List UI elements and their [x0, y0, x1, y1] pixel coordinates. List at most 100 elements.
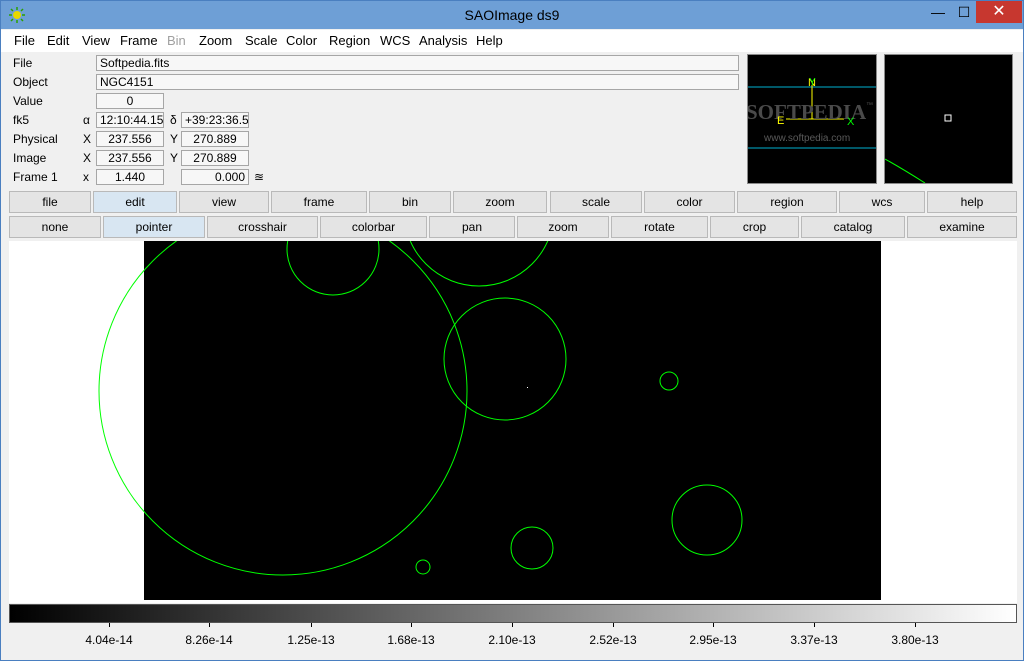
btn-wcs[interactable]: wcs	[839, 191, 925, 213]
button-bar-main: file edit view frame bin zoom scale colo…	[9, 191, 1017, 213]
menu-view[interactable]: View	[82, 33, 110, 48]
star-point	[527, 387, 528, 388]
btn-region[interactable]: region	[737, 191, 837, 213]
btn-crop[interactable]: crop	[710, 216, 799, 238]
colorbar-tick-label: 1.68e-13	[387, 633, 435, 647]
menu-scale[interactable]: Scale	[245, 33, 278, 48]
btn-view[interactable]: view	[179, 191, 269, 213]
axis-x-label: X	[847, 116, 855, 128]
colorbar-tick-label: 3.80e-13	[891, 633, 939, 647]
image-label: Image	[13, 151, 47, 165]
menu-edit[interactable]: Edit	[47, 33, 69, 48]
frame-label: Frame 1	[13, 170, 58, 184]
dec-value: +39:23:36.56	[181, 112, 249, 128]
menu-region[interactable]: Region	[329, 33, 370, 48]
colorbar-tick-mark	[613, 623, 614, 627]
btn-catalog[interactable]: catalog	[801, 216, 905, 238]
axis-y-label: Y	[809, 77, 816, 88]
watermark-url: www.softpedia.com	[763, 133, 850, 144]
magnifier-view	[884, 54, 1013, 184]
menu-frame[interactable]: Frame	[120, 33, 158, 48]
region-circle-top[interactable]	[404, 241, 554, 287]
menu-help[interactable]: Help	[476, 33, 503, 48]
colorbar-tick-mark	[411, 623, 412, 627]
physical-y-label: Y	[170, 132, 179, 146]
btn-pointer[interactable]: pointer	[103, 216, 205, 238]
panner-view[interactable]: SOFTPEDIA ™ www.softpedia.com N E Y X	[747, 54, 877, 184]
colorbar-tick-mark	[311, 623, 312, 627]
btn-pan[interactable]: pan	[429, 216, 515, 238]
colorbar-tick-mark	[109, 623, 110, 627]
region-circle-bottom[interactable]	[510, 526, 554, 570]
btn-scale[interactable]: scale	[550, 191, 642, 213]
menu-color[interactable]: Color	[286, 33, 317, 48]
region-circle-large[interactable]	[98, 241, 468, 576]
btn-help[interactable]: help	[927, 191, 1017, 213]
physical-x-value: 237.556	[96, 131, 164, 147]
colorbar-tick-label: 1.25e-13	[287, 633, 335, 647]
image-y-value: 270.889	[181, 150, 249, 166]
colorbar-tick-mark	[814, 623, 815, 627]
zoom-value: 1.440	[96, 169, 164, 185]
colorbar-tick-label: 8.26e-14	[185, 633, 233, 647]
btn-none[interactable]: none	[9, 216, 101, 238]
image-y-label: Y	[170, 151, 179, 165]
menu-bin[interactable]: Bin	[167, 33, 186, 48]
btn-zoom-mode[interactable]: zoom	[517, 216, 609, 238]
btn-frame[interactable]: frame	[271, 191, 367, 213]
region-overlay	[98, 241, 743, 576]
btn-examine[interactable]: examine	[907, 216, 1017, 238]
region-circle-small-right[interactable]	[659, 371, 679, 391]
angle-symbol: ≊	[254, 170, 265, 184]
btn-zoom[interactable]: zoom	[453, 191, 547, 213]
minimize-button[interactable]: —	[927, 1, 949, 23]
object-value: NGC4151	[96, 74, 739, 90]
region-circle-tiny[interactable]	[415, 559, 431, 575]
region-circle-top-left[interactable]	[286, 241, 380, 296]
colorbar-tick-label: 4.04e-14	[85, 633, 133, 647]
maximize-button[interactable]: ☐	[953, 1, 975, 23]
ds9-window: SAOImage ds9 — ☐ ✕ File Edit View Frame …	[0, 0, 1024, 661]
btn-crosshair[interactable]: crosshair	[207, 216, 318, 238]
region-circle-right[interactable]	[671, 484, 743, 556]
menu-wcs[interactable]: WCS	[380, 33, 410, 48]
magnifier-graphic	[885, 114, 952, 183]
region-circle-center[interactable]	[443, 297, 567, 421]
menu-zoom[interactable]: Zoom	[199, 33, 232, 48]
colorbar[interactable]	[9, 604, 1017, 623]
close-button[interactable]: ✕	[976, 1, 1022, 23]
file-label: File	[13, 56, 33, 70]
btn-file[interactable]: file	[9, 191, 91, 213]
colorbar-tick-label: 2.95e-13	[689, 633, 737, 647]
image-canvas[interactable]	[9, 241, 1017, 603]
btn-edit[interactable]: edit	[93, 191, 177, 213]
delta-symbol: δ	[170, 113, 177, 127]
colorbar-tick-mark	[512, 623, 513, 627]
physical-x-label: X	[83, 132, 92, 146]
panner-graphic: SOFTPEDIA ™ www.softpedia.com N E Y X	[748, 77, 876, 149]
value-label: Value	[13, 94, 43, 108]
object-label: Object	[13, 75, 48, 89]
alpha-symbol: α	[83, 113, 90, 127]
button-bar-sub: none pointer crosshair colorbar pan zoom…	[9, 216, 1017, 238]
btn-rotate[interactable]: rotate	[611, 216, 708, 238]
btn-color[interactable]: color	[644, 191, 735, 213]
frame-x-label: x	[83, 170, 89, 184]
menu-file[interactable]: File	[14, 33, 35, 48]
colorbar-tick-mark	[915, 623, 916, 627]
colorbar-tick-label: 2.52e-13	[589, 633, 637, 647]
btn-bin[interactable]: bin	[369, 191, 451, 213]
ra-value: 12:10:44.150	[96, 112, 164, 128]
btn-colorbar[interactable]: colorbar	[320, 216, 427, 238]
menu-bar: File Edit View Frame Bin Zoom Scale Colo…	[1, 30, 1023, 52]
menu-analysis[interactable]: Analysis	[419, 33, 467, 48]
physical-label: Physical	[13, 132, 58, 146]
image-x-value: 237.556	[96, 150, 164, 166]
watermark-trademark: ™	[866, 102, 873, 109]
compass-e-label: E	[777, 115, 784, 127]
fk5-label: fk5	[13, 113, 30, 127]
physical-y-value: 270.889	[181, 131, 249, 147]
title-bar[interactable]: SAOImage ds9 — ☐ ✕	[1, 1, 1023, 29]
colorbar-tick-mark	[713, 623, 714, 627]
angle-value: 0.000	[181, 169, 249, 185]
